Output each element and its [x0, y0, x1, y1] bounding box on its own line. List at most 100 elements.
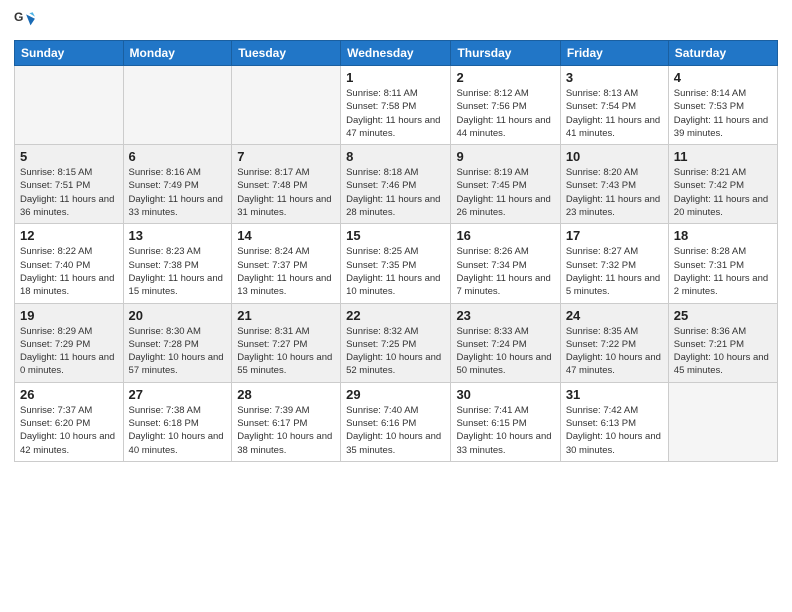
calendar-cell: 28Sunrise: 7:39 AM Sunset: 6:17 PM Dayli… [232, 382, 341, 461]
day-number: 21 [237, 308, 335, 323]
calendar-cell: 10 Sunrise: 8:20 AM Sunset: 7:43 PM Dayli… [560, 145, 668, 224]
day-number: 27 [129, 387, 227, 402]
calendar-cell: 9 Sunrise: 8:19 AM Sunset: 7:45 PM Daylig… [451, 145, 560, 224]
logo-icon: G [14, 10, 36, 32]
day-info: Sunrise: 8:22 AM Sunset: 7:40 PM Dayligh… [20, 245, 118, 298]
day-number: 7 [237, 149, 335, 164]
day-info: Sunrise: 8:17 AM Sunset: 7:48 PM Dayligh… [237, 166, 335, 219]
day-info: Sunrise: 8:32 AM Sunset: 7:25 PM Dayligh… [346, 325, 445, 378]
day-number: 6 [129, 149, 227, 164]
day-number: 20 [129, 308, 227, 323]
day-number: 31 [566, 387, 663, 402]
day-info: Sunrise: 8:21 AM Sunset: 7:42 PM Dayligh… [674, 166, 772, 219]
calendar-cell: 14Sunrise: 8:24 AM Sunset: 7:37 PM Dayli… [232, 224, 341, 303]
day-info: Sunrise: 8:12 AM Sunset: 7:56 PM Dayligh… [456, 87, 554, 140]
day-number: 9 [456, 149, 554, 164]
calendar-cell: 21 Sunrise: 8:31 AM Sunset: 7:27 PM Dayli… [232, 303, 341, 382]
day-number: 19 [20, 308, 118, 323]
day-info: Sunrise: 8:35 AM Sunset: 7:22 PM Dayligh… [566, 325, 663, 378]
calendar-cell: 19 Sunrise: 8:29 AM Sunset: 7:29 PM Dayli… [15, 303, 124, 382]
calendar-cell: 2 Sunrise: 8:12 AM Sunset: 7:56 PM Daylig… [451, 66, 560, 145]
day-number: 22 [346, 308, 445, 323]
calendar-week-row: 26 Sunrise: 7:37 AM Sunset: 6:20 PM Dayli… [15, 382, 778, 461]
day-info: Sunrise: 7:37 AM Sunset: 6:20 PM Dayligh… [20, 404, 118, 457]
day-number: 12 [20, 228, 118, 243]
day-number: 8 [346, 149, 445, 164]
calendar-week-row: 5Sunrise: 8:15 AM Sunset: 7:51 PM Daylig… [15, 145, 778, 224]
calendar-cell: 13 Sunrise: 8:23 AM Sunset: 7:38 PM Dayli… [123, 224, 232, 303]
day-number: 11 [674, 149, 772, 164]
day-number: 26 [20, 387, 118, 402]
calendar-cell: 3Sunrise: 8:13 AM Sunset: 7:54 PM Daylig… [560, 66, 668, 145]
calendar-cell: 30 Sunrise: 7:41 AM Sunset: 6:15 PM Dayli… [451, 382, 560, 461]
day-number: 10 [566, 149, 663, 164]
day-number: 25 [674, 308, 772, 323]
day-info: Sunrise: 8:29 AM Sunset: 7:29 PM Dayligh… [20, 325, 118, 378]
calendar-cell: 24 Sunrise: 8:35 AM Sunset: 7:22 PM Dayli… [560, 303, 668, 382]
calendar-cell [232, 66, 341, 145]
weekday-header-row: SundayMondayTuesdayWednesdayThursdayFrid… [15, 41, 778, 66]
calendar-cell: 27Sunrise: 7:38 AM Sunset: 6:18 PM Dayli… [123, 382, 232, 461]
calendar-cell: 4 Sunrise: 8:14 AM Sunset: 7:53 PM Daylig… [668, 66, 777, 145]
calendar-cell: 16Sunrise: 8:26 AM Sunset: 7:34 PM Dayli… [451, 224, 560, 303]
calendar-cell: 18 Sunrise: 8:28 AM Sunset: 7:31 PM Dayli… [668, 224, 777, 303]
day-number: 17 [566, 228, 663, 243]
calendar-cell [15, 66, 124, 145]
day-info: Sunrise: 8:19 AM Sunset: 7:45 PM Dayligh… [456, 166, 554, 219]
day-info: Sunrise: 8:16 AM Sunset: 7:49 PM Dayligh… [129, 166, 227, 219]
day-number: 4 [674, 70, 772, 85]
day-number: 13 [129, 228, 227, 243]
day-info: Sunrise: 8:25 AM Sunset: 7:35 PM Dayligh… [346, 245, 445, 298]
day-number: 18 [674, 228, 772, 243]
calendar-cell: 7 Sunrise: 8:17 AM Sunset: 7:48 PM Daylig… [232, 145, 341, 224]
calendar-cell [123, 66, 232, 145]
logo: G [14, 10, 40, 32]
weekday-header-tuesday: Tuesday [232, 41, 341, 66]
calendar-cell: 5Sunrise: 8:15 AM Sunset: 7:51 PM Daylig… [15, 145, 124, 224]
calendar-cell: 20 Sunrise: 8:30 AM Sunset: 7:28 PM Dayli… [123, 303, 232, 382]
calendar-cell: 26 Sunrise: 7:37 AM Sunset: 6:20 PM Dayli… [15, 382, 124, 461]
page: G SundayMondayTuesdayWednesdayThursdayFr… [0, 0, 792, 612]
calendar-week-row: 1Sunrise: 8:11 AM Sunset: 7:58 PM Daylig… [15, 66, 778, 145]
weekday-header-sunday: Sunday [15, 41, 124, 66]
calendar-cell: 1Sunrise: 8:11 AM Sunset: 7:58 PM Daylig… [341, 66, 451, 145]
day-info: Sunrise: 8:28 AM Sunset: 7:31 PM Dayligh… [674, 245, 772, 298]
calendar-week-row: 19 Sunrise: 8:29 AM Sunset: 7:29 PM Dayli… [15, 303, 778, 382]
day-number: 24 [566, 308, 663, 323]
day-info: Sunrise: 8:24 AM Sunset: 7:37 PM Dayligh… [237, 245, 335, 298]
day-info: Sunrise: 8:23 AM Sunset: 7:38 PM Dayligh… [129, 245, 227, 298]
weekday-header-wednesday: Wednesday [341, 41, 451, 66]
day-info: Sunrise: 8:18 AM Sunset: 7:46 PM Dayligh… [346, 166, 445, 219]
weekday-header-monday: Monday [123, 41, 232, 66]
day-number: 16 [456, 228, 554, 243]
day-number: 30 [456, 387, 554, 402]
svg-text:G: G [14, 10, 23, 24]
weekday-header-saturday: Saturday [668, 41, 777, 66]
weekday-header-thursday: Thursday [451, 41, 560, 66]
calendar-cell: 6 Sunrise: 8:16 AM Sunset: 7:49 PM Daylig… [123, 145, 232, 224]
day-info: Sunrise: 8:27 AM Sunset: 7:32 PM Dayligh… [566, 245, 663, 298]
calendar-cell: 23Sunrise: 8:33 AM Sunset: 7:24 PM Dayli… [451, 303, 560, 382]
header: G [14, 10, 778, 32]
weekday-header-friday: Friday [560, 41, 668, 66]
day-info: Sunrise: 8:13 AM Sunset: 7:54 PM Dayligh… [566, 87, 663, 140]
calendar-table: SundayMondayTuesdayWednesdayThursdayFrid… [14, 40, 778, 462]
day-number: 29 [346, 387, 445, 402]
day-info: Sunrise: 8:33 AM Sunset: 7:24 PM Dayligh… [456, 325, 554, 378]
calendar-cell: 29 Sunrise: 7:40 AM Sunset: 6:16 PM Dayli… [341, 382, 451, 461]
day-info: Sunrise: 8:30 AM Sunset: 7:28 PM Dayligh… [129, 325, 227, 378]
day-info: Sunrise: 8:14 AM Sunset: 7:53 PM Dayligh… [674, 87, 772, 140]
calendar-cell: 12 Sunrise: 8:22 AM Sunset: 7:40 PM Dayli… [15, 224, 124, 303]
day-number: 15 [346, 228, 445, 243]
day-number: 2 [456, 70, 554, 85]
day-info: Sunrise: 8:20 AM Sunset: 7:43 PM Dayligh… [566, 166, 663, 219]
day-info: Sunrise: 8:36 AM Sunset: 7:21 PM Dayligh… [674, 325, 772, 378]
day-info: Sunrise: 8:15 AM Sunset: 7:51 PM Dayligh… [20, 166, 118, 219]
calendar-cell: 15 Sunrise: 8:25 AM Sunset: 7:35 PM Dayli… [341, 224, 451, 303]
day-info: Sunrise: 7:40 AM Sunset: 6:16 PM Dayligh… [346, 404, 445, 457]
calendar-cell: 25 Sunrise: 8:36 AM Sunset: 7:21 PM Dayli… [668, 303, 777, 382]
day-info: Sunrise: 7:41 AM Sunset: 6:15 PM Dayligh… [456, 404, 554, 457]
calendar-cell: 8 Sunrise: 8:18 AM Sunset: 7:46 PM Daylig… [341, 145, 451, 224]
day-info: Sunrise: 7:39 AM Sunset: 6:17 PM Dayligh… [237, 404, 335, 457]
day-info: Sunrise: 8:31 AM Sunset: 7:27 PM Dayligh… [237, 325, 335, 378]
